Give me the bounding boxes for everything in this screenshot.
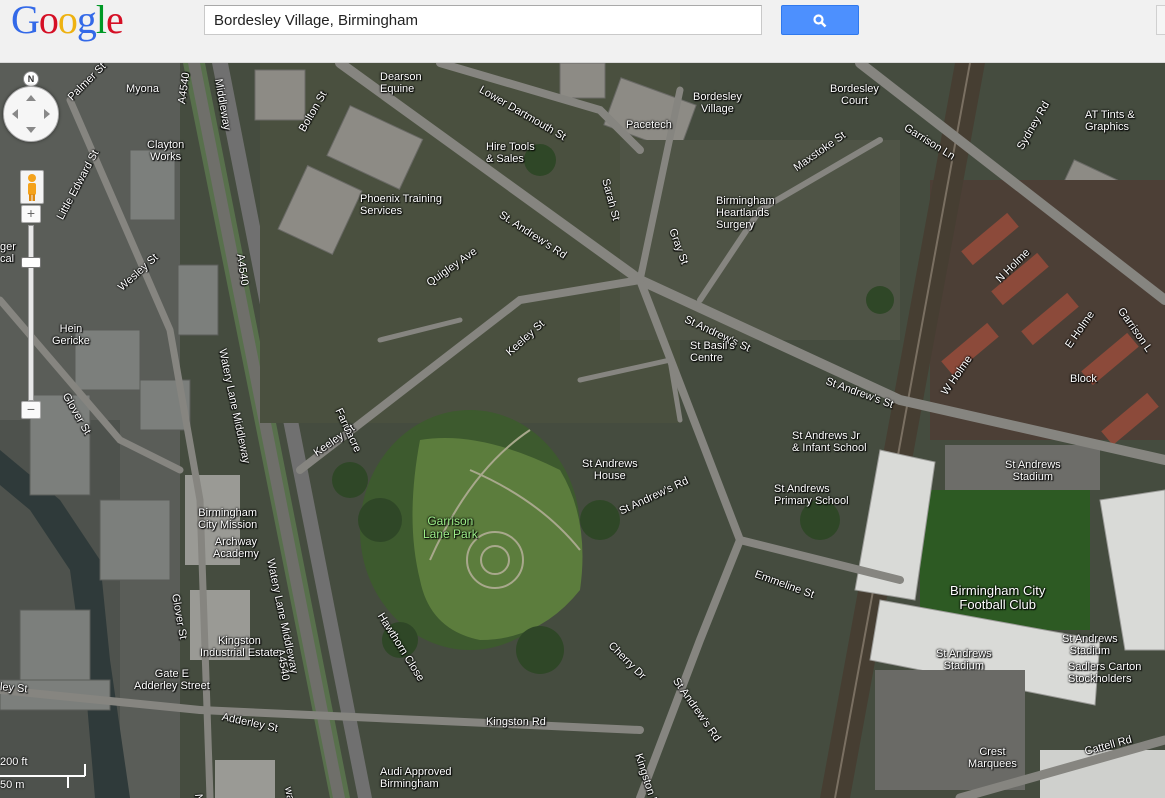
map-label-kingston-rd-1[interactable]: Kingston Rd [486, 716, 546, 728]
map-label-bordesley-court[interactable]: Bordesley Court [830, 83, 879, 107]
logo-letter: l [95, 0, 107, 42]
magnifier-icon [813, 14, 827, 28]
map-label-dearson[interactable]: Dearson Equine [380, 71, 422, 95]
search-input[interactable] [204, 5, 762, 35]
map-label-birmingham-city-mission[interactable]: Birmingham City Mission [198, 507, 257, 531]
compass-north-indicator[interactable]: N [23, 71, 39, 87]
map-label-st-andrews-stadium-3[interactable]: St Andrews Stadium [936, 648, 992, 672]
scale-bar: 200 ft 50 m [0, 756, 90, 796]
map-label-bcfc[interactable]: Birmingham City Football Club [950, 584, 1045, 612]
map-label-clayton-works[interactable]: Clayton Works [147, 139, 184, 163]
map-label-phoenix[interactable]: Phoenix Training Services [360, 193, 442, 217]
logo-letter: g [76, 0, 97, 42]
logo-letter: o [38, 0, 59, 42]
logo-letter: e [106, 0, 124, 42]
pan-arrows-icon [12, 95, 50, 133]
map-label-archway[interactable]: Archway Academy [213, 536, 259, 560]
map-label-st-andrews-stadium-1[interactable]: St Andrews Stadium [1005, 459, 1061, 483]
zoom-slider-handle[interactable] [21, 257, 41, 268]
map-label-ger-cal[interactable]: ger cal [0, 241, 16, 265]
zoom-in-button[interactable]: + [21, 205, 41, 223]
header-edge-control[interactable] [1156, 5, 1165, 35]
map-label-crest[interactable]: Crest Marquees [968, 746, 1017, 770]
map-label-myona[interactable]: Myona [126, 83, 159, 95]
logo-letter: G [11, 0, 40, 42]
map-label-hire-tools[interactable]: Hire Tools & Sales [486, 141, 535, 165]
pegman-street-view[interactable] [20, 170, 44, 204]
zoom-slider-track[interactable] [28, 225, 34, 401]
pegman-icon [28, 174, 36, 201]
scale-feet-label: 200 ft [0, 756, 28, 768]
logo-letter: o [57, 0, 78, 42]
map-label-sadlers[interactable]: Sadlers Carton Stockholders [1068, 661, 1141, 685]
map-label-garrison-park[interactable]: Garrison Lane Park [423, 515, 478, 541]
map-label-gate-e[interactable]: Gate E Adderley Street [134, 668, 210, 692]
map-label-kingston-ind[interactable]: Kingston Industrial Estate [200, 635, 279, 659]
map-label-pacetech[interactable]: Pacetech [626, 119, 672, 131]
map-label-st-basils[interactable]: St Basil's Centre [690, 340, 735, 364]
pan-control[interactable] [3, 86, 59, 142]
map-label-st-andrews-stadium-2[interactable]: St Andrews Stadium [1062, 633, 1118, 657]
map-label-ley-st[interactable]: ley St [0, 681, 28, 695]
map-label-block[interactable]: Block [1070, 373, 1097, 385]
map-label-new-st[interactable]: New [192, 793, 206, 798]
header-bar: Google [0, 0, 1165, 63]
zoom-out-button[interactable]: − [21, 401, 41, 419]
map-canvas[interactable]: N + − 200 ft 50 m Myona A4540 Middleway Pal… [0, 63, 1165, 798]
map-label-bordesley-village[interactable]: Bordesley Village [693, 91, 742, 115]
map-label-st-andrews-house[interactable]: St Andrews House [582, 458, 638, 482]
map-label-audi[interactable]: Audi Approved Birmingham [380, 766, 452, 790]
map-label-st-andrews-jr[interactable]: St Andrews Jr & Infant School [792, 430, 867, 454]
scale-metres-label: 50 m [0, 779, 25, 791]
google-logo[interactable]: Google [11, 0, 124, 42]
map-label-at-tints[interactable]: AT Tints & Graphics [1085, 109, 1135, 133]
map-label-hein-gericke[interactable]: Hein Gericke [52, 323, 90, 347]
map-label-st-andrews-primary[interactable]: St Andrews Primary School [774, 483, 849, 507]
map-label-heartlands[interactable]: Birmingham Heartlands Surgery [716, 195, 775, 231]
search-button[interactable] [781, 5, 859, 35]
